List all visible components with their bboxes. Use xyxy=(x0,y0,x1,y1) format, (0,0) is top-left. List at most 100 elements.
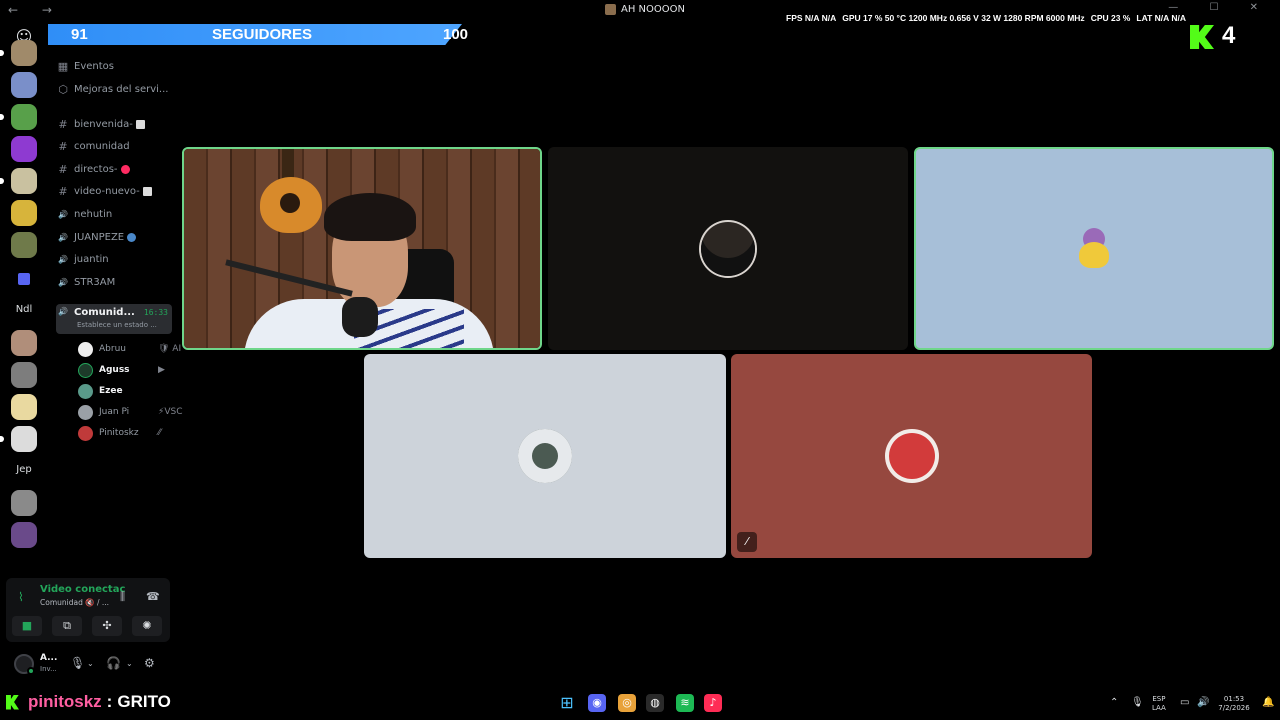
tile-user-5[interactable]: ⁄ xyxy=(731,354,1092,558)
microphone-tray-icon[interactable]: 🎙 xyxy=(1131,697,1144,708)
server-folder[interactable]: Jep xyxy=(6,464,42,475)
microphone xyxy=(342,297,378,337)
server-icon[interactable] xyxy=(11,72,37,98)
speaker-icon: 🔊 xyxy=(58,255,68,265)
chrome-app-icon[interactable]: ◎ xyxy=(618,694,636,712)
sidebar-item-boosts[interactable]: ⬡ Mejoras del servi... xyxy=(56,79,172,99)
language-code: ESP xyxy=(1152,695,1166,703)
server-icon[interactable] xyxy=(11,168,37,194)
voice-status: Video conectac xyxy=(40,584,126,595)
server-icon[interactable] xyxy=(11,104,37,130)
voice-user[interactable]: Aguss ▶ xyxy=(78,361,165,379)
camera-button[interactable]: ■ xyxy=(12,616,42,636)
notifications-icon[interactable]: 🔔 xyxy=(1262,697,1274,708)
voice-user[interactable]: Juan Pi ⚡VSC xyxy=(78,403,182,421)
channel-directos[interactable]: # directos- xyxy=(56,159,172,179)
tile-webcam[interactable] xyxy=(182,147,542,350)
server-icon[interactable] xyxy=(11,232,37,258)
speaker-icon: 🔊 xyxy=(58,307,68,316)
avatar xyxy=(78,362,93,378)
hash-icon: # xyxy=(58,140,68,154)
soundboard-icon: ✺ xyxy=(142,619,152,632)
nav-arrows[interactable]: ← → xyxy=(8,3,62,17)
channel-comunidad[interactable]: # comunidad xyxy=(56,137,172,157)
voice-user-badge: ⁄⁄ xyxy=(158,428,162,438)
channel-juanpeze[interactable]: 🔊 JUANPEZE xyxy=(56,227,172,247)
channel-juantin[interactable]: 🔊 juantin xyxy=(56,250,172,270)
language-layout: LAA xyxy=(1152,704,1166,712)
noise-suppression-icon[interactable]: ⫼ xyxy=(120,590,125,604)
server-icon[interactable] xyxy=(11,136,37,162)
username: A... xyxy=(40,653,58,663)
voice-user-badge: ▶ xyxy=(158,365,165,375)
volume-icon[interactable]: 🔊 xyxy=(1197,697,1209,708)
person-hair xyxy=(324,193,416,241)
unread-indicator xyxy=(0,50,4,56)
avatar xyxy=(884,429,939,483)
voice-channel-name[interactable]: Comunidad 🔇 / ... xyxy=(40,598,109,607)
chevron-up-icon[interactable]: ⌃ xyxy=(1110,697,1118,708)
follower-label: SEGUIDORES xyxy=(212,26,313,43)
tiktok-app-icon[interactable]: ♪ xyxy=(704,694,722,712)
channel-comunidad-voice[interactable]: 🔊 Comunid... 16:33 Establece un estado ... xyxy=(56,304,172,334)
channel-videonuevo[interactable]: # video-nuevo- xyxy=(56,182,172,202)
obs-app-icon[interactable]: ◍ xyxy=(646,694,664,712)
window-controls[interactable]: — ☐ ✕ xyxy=(1168,2,1272,13)
server-icon[interactable] xyxy=(18,273,30,285)
activities-button[interactable]: ✣ xyxy=(92,616,122,636)
voice-user[interactable]: Abruu 🛡 AI xyxy=(78,340,181,358)
server-icon[interactable] xyxy=(11,362,37,388)
server-folder[interactable]: Ndl xyxy=(6,304,42,315)
channel-status[interactable]: Establece un estado ... xyxy=(77,321,157,329)
follower-count: 91 xyxy=(71,26,88,43)
avatar xyxy=(78,383,93,399)
speaker-icon: 🔊 xyxy=(58,232,68,242)
clock-time: 01:53 xyxy=(1223,695,1245,703)
server-icon[interactable] xyxy=(11,490,37,516)
spotify-app-icon[interactable]: ≋ xyxy=(676,694,694,712)
voice-user-name: Ezee xyxy=(99,386,123,396)
signal-icon[interactable]: ⌇ xyxy=(18,590,24,604)
chat-username: pinitoskz xyxy=(28,692,102,711)
tile-user-2[interactable] xyxy=(548,147,908,350)
soundboard-button[interactable]: ✺ xyxy=(132,616,162,636)
voice-user[interactable]: Pinitoskz ⁄⁄ xyxy=(78,424,161,442)
sidebar-item-events[interactable]: ▦ Eventos xyxy=(56,56,172,76)
channel-bienvenida[interactable]: # bienvenida- xyxy=(56,114,172,134)
tile-user-4[interactable] xyxy=(364,354,726,558)
channel-label: Comunid... xyxy=(74,307,135,318)
guitar-soundhole xyxy=(280,193,300,213)
server-icon[interactable] xyxy=(11,426,37,452)
channel-label: nehutin xyxy=(74,208,113,220)
discord-app-icon[interactable]: ◉ xyxy=(588,694,606,712)
sidebar-item-label: Mejoras del servi... xyxy=(74,83,169,95)
channel-str3am[interactable]: 🔊 STR3AM xyxy=(56,272,172,292)
channel-label: JUANPEZE xyxy=(74,231,125,243)
microphone-icon[interactable]: 🎙 xyxy=(70,656,85,670)
voice-user-name: Pinitoskz xyxy=(99,428,139,438)
channel-nehutin[interactable]: 🔊 nehutin xyxy=(56,204,172,224)
screen: ← → AH NOOOON FPS N/A N/A GPU 17 % 50 °C … xyxy=(0,0,1280,720)
server-icon[interactable] xyxy=(11,330,37,356)
server-icon[interactable] xyxy=(11,394,37,420)
screen-share-button[interactable]: ⧉ xyxy=(52,616,82,636)
chevron-down-icon[interactable]: ⌄ xyxy=(126,659,133,668)
network-icon[interactable]: ▭ xyxy=(1180,697,1189,708)
clock[interactable]: 01:53 7/2/2026 xyxy=(1214,695,1254,713)
gear-icon[interactable]: ⚙ xyxy=(144,656,155,670)
windows-start-icon[interactable]: ⊞ xyxy=(558,694,576,712)
headphones-icon[interactable]: 🎧 xyxy=(106,656,121,670)
server-icon[interactable] xyxy=(11,522,37,548)
server-icon[interactable] xyxy=(11,40,37,66)
voice-user[interactable]: Ezee xyxy=(78,382,123,400)
channel-sidebar: ▦ Eventos ⬡ Mejoras del servi... # bienvenida… xyxy=(48,46,182,580)
chevron-down-icon[interactable]: ⌄ xyxy=(87,659,94,668)
disconnect-icon[interactable]: ☎ xyxy=(146,590,160,603)
stat-item: GPU 17 % 50 °C 1200 MHz 0.656 V 32 W 128… xyxy=(842,13,1085,23)
language-indicator[interactable]: ESP LAA xyxy=(1152,695,1166,713)
follower-goal: 100 xyxy=(443,26,469,43)
camera-icon: ■ xyxy=(21,619,33,632)
server-icon[interactable] xyxy=(11,200,37,226)
channel-label: juantin xyxy=(74,254,109,266)
tile-user-3[interactable] xyxy=(914,147,1274,350)
